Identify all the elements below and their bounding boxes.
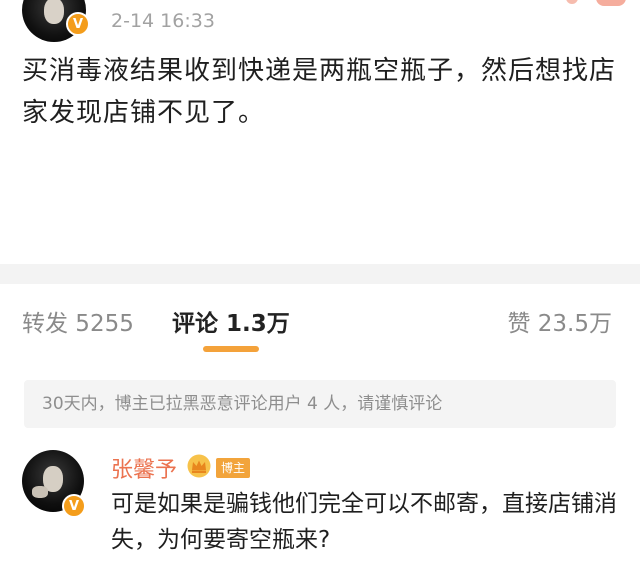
post-header: V 2-14 16:33	[0, 0, 640, 42]
crown-icon	[187, 454, 211, 478]
tab-repost[interactable]: 转发 5255	[22, 304, 134, 338]
avatar-face	[44, 0, 64, 24]
tab-comment[interactable]: 评论 1.3万	[172, 304, 290, 338]
follow-button[interactable]	[596, 0, 626, 6]
post-tabs: 转发 5255 评论 1.3万 赞 23.5万	[0, 284, 640, 358]
menu-dot-icon[interactable]	[566, 0, 578, 4]
comment-notice: 30天内，博主已拉黑恶意评论用户 4 人，请谨慎评论	[24, 380, 616, 428]
post-body: 买消毒液结果收到快递是两瓶空瓶子，然后想找店家发现店铺不见了。	[22, 56, 617, 128]
author-role-badge: 博主	[216, 458, 251, 478]
section-divider	[0, 264, 640, 284]
comment-item: V 张馨予 博主 可是如果是骗钱他们完全可以不邮寄，直接店铺消失，为何要寄空瓶来…	[0, 442, 640, 571]
verified-badge-icon: V	[66, 12, 90, 36]
post-time: 2-14 16:33	[111, 10, 215, 32]
tab-like[interactable]: 赞 23.5万	[507, 304, 612, 338]
verified-badge-icon: V	[62, 494, 86, 518]
active-tab-indicator	[203, 346, 259, 352]
comment-author[interactable]: 张馨予	[111, 452, 177, 484]
comment-text: 可是如果是骗钱他们完全可以不邮寄，直接店铺消失，为何要寄空瓶来?	[111, 491, 617, 553]
avatar-hand	[32, 486, 48, 498]
